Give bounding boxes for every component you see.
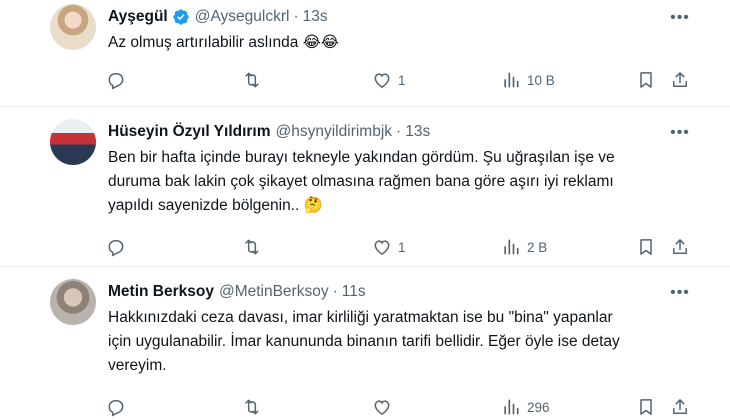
separator-dot: · — [293, 8, 299, 25]
views-icon — [504, 239, 519, 255]
share-icon — [673, 399, 687, 414]
like-button[interactable]: 1 — [372, 233, 406, 261]
avatar[interactable] — [50, 279, 96, 325]
action-bar: 296 — [104, 393, 694, 420]
reply-icon — [108, 240, 124, 257]
separator-dot: · — [396, 123, 402, 140]
like-icon — [374, 73, 390, 88]
bookmark-button[interactable] — [636, 233, 656, 261]
tweet[interactable]: Hüseyin Özyıl Yıldırım @hsynyildirimbjk … — [0, 107, 730, 267]
views-button[interactable]: 10 B — [501, 66, 555, 94]
timestamp[interactable]: 11s — [342, 283, 366, 301]
author-handle[interactable]: @Aysegulckrl — [195, 8, 290, 26]
action-bar: 1 2 B — [104, 233, 694, 261]
author-handle[interactable]: @MetinBerksoy — [219, 283, 329, 301]
share-button[interactable] — [670, 233, 690, 261]
retweet-icon — [245, 72, 259, 88]
views-button[interactable]: 2 B — [501, 233, 547, 261]
like-button[interactable]: 1 — [372, 66, 406, 94]
tweet-text: Az olmuş artırılabilir aslında 😂😂 — [108, 34, 339, 51]
bookmark-icon — [640, 72, 652, 88]
share-icon — [673, 239, 687, 254]
reply-button[interactable] — [106, 393, 132, 420]
like-button[interactable] — [372, 393, 398, 420]
author-handle[interactable]: @hsynyildirimbjk — [276, 123, 393, 141]
retweet-button[interactable] — [242, 233, 268, 261]
avatar[interactable] — [50, 119, 96, 165]
tweet-header: Ayşegül @Aysegulckrl · 13s — [108, 6, 328, 28]
tweet-text: Hakkınızdaki ceza davası, imar kirliliği… — [108, 309, 620, 374]
like-icon — [374, 240, 390, 255]
bookmark-icon — [640, 399, 652, 415]
tweet-header: Metin Berksoy @MetinBerksoy · 11s — [108, 281, 366, 303]
reply-button[interactable] — [106, 66, 132, 94]
tweet-text: Ben bir hafta içinde burayı tekneyle yak… — [108, 149, 615, 214]
timestamp[interactable]: 13s — [405, 123, 430, 141]
views-icon — [504, 399, 519, 415]
views-button[interactable]: 296 — [501, 393, 550, 420]
retweet-button[interactable] — [242, 393, 268, 420]
action-bar: 1 10 B — [104, 66, 694, 94]
timestamp[interactable]: 13s — [303, 8, 328, 26]
tweet-header: Hüseyin Özyıl Yıldırım @hsynyildirimbjk … — [108, 121, 430, 143]
tweet[interactable]: Metin Berksoy @MetinBerksoy · 11s ••• Ha… — [0, 267, 730, 420]
author-name[interactable]: Hüseyin Özyıl Yıldırım — [108, 123, 271, 141]
avatar[interactable] — [50, 4, 96, 50]
retweet-icon — [245, 239, 259, 255]
views-icon — [504, 72, 519, 88]
like-icon — [374, 400, 390, 415]
tweet[interactable]: Ayşegül @Aysegulckrl · 13s ••• Az olmuş … — [0, 0, 730, 107]
more-icon[interactable]: ••• — [668, 6, 692, 30]
retweet-icon — [245, 399, 259, 415]
retweet-button[interactable] — [242, 66, 268, 94]
reply-icon — [108, 400, 124, 417]
author-name[interactable]: Ayşegül — [108, 8, 168, 26]
bookmark-button[interactable] — [636, 66, 656, 94]
bookmark-icon — [640, 239, 652, 255]
share-icon — [673, 72, 687, 87]
more-icon[interactable]: ••• — [668, 121, 692, 145]
separator-dot: · — [332, 283, 338, 300]
reply-button[interactable] — [106, 233, 132, 261]
author-name[interactable]: Metin Berksoy — [108, 283, 214, 301]
share-button[interactable] — [670, 393, 690, 420]
verified-badge-icon — [173, 9, 189, 25]
more-icon[interactable]: ••• — [668, 281, 692, 305]
share-button[interactable] — [670, 66, 690, 94]
bookmark-button[interactable] — [636, 393, 656, 420]
reply-icon — [108, 73, 124, 90]
